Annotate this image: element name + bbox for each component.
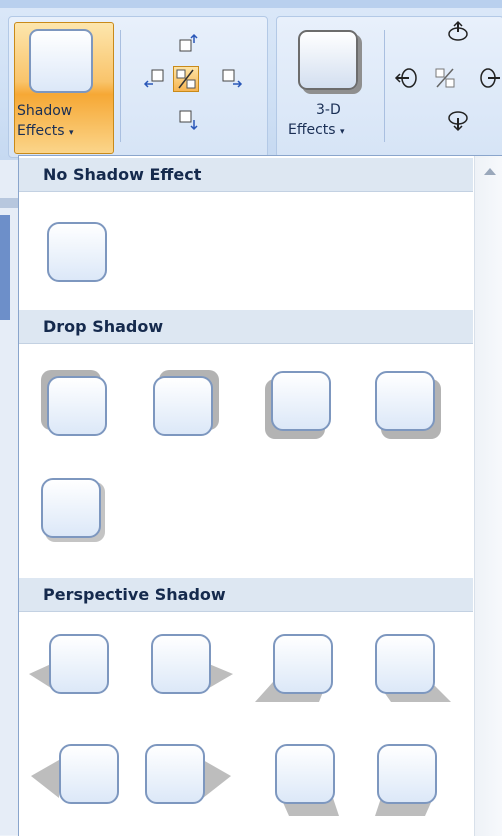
3d-on-off-button[interactable] [432,66,458,96]
shadow-preview-icon [41,478,101,538]
ribbon-top-strip [0,0,502,8]
tilt-right-icon [480,68,500,88]
shadow-effects-gallery: No Shadow Effect Drop Shadow Perspective… [18,155,502,836]
3d-effects-icon [298,30,358,90]
tilt-up-icon [448,20,468,41]
no-shadow-option[interactable] [37,212,117,292]
3d-toggle-icon [435,68,455,88]
shadow-preview-icon [47,376,107,436]
shadow-effects-label-line2: Effects ▾ [17,123,74,139]
document-edge-bar [0,198,18,208]
drop-shadow-option-1[interactable] [37,366,117,446]
shadow-effects-label-line1: Shadow [17,103,73,119]
scroll-up-arrow-icon[interactable] [484,168,496,175]
shadow-preview-icon [377,744,437,804]
tilt-up-button[interactable] [446,20,470,52]
perspective-shadow-option-8[interactable] [367,734,447,816]
shadow-preview-icon [153,376,213,436]
shadow-preview-icon [59,744,119,804]
tilt-down-button[interactable] [446,108,470,140]
shadow-preview-icon [275,744,335,804]
drop-shadow-option-4[interactable] [365,361,445,441]
nudge-left-icon [143,69,164,88]
nudge-shadow-up-button[interactable] [176,32,200,56]
drop-shadow-option-5[interactable] [31,468,111,548]
perspective-shadow-option-5[interactable] [31,734,129,814]
drop-shadow-option-3[interactable] [261,361,341,441]
perspective-shadow-option-7[interactable] [265,734,345,816]
nudge-down-icon [179,110,198,131]
3d-effects-label-line1: 3-D [316,102,341,118]
tilt-right-button[interactable] [478,66,502,96]
shadow-preview-icon [49,634,109,694]
shadow-preview-icon [47,222,107,282]
shadow-on-off-button[interactable] [173,66,199,92]
chevron-down-icon: ▾ [340,127,345,137]
document-edge-selection [0,215,10,320]
tilt-down-icon [448,111,468,132]
shadow-preview-icon [273,634,333,694]
nudge-shadow-left-button[interactable] [143,66,167,90]
shadow-effects-button[interactable]: Shadow Effects ▾ [14,22,114,154]
perspective-shadow-option-2[interactable] [141,624,233,704]
gallery-scrollbar[interactable] [474,156,502,836]
section-header-drop-shadow: Drop Shadow [19,310,473,344]
shadow-preview-icon [375,634,435,694]
nudge-shadow-right-button[interactable] [220,66,244,90]
shadow-preview-icon [271,371,331,431]
shadow-preview-icon [375,371,435,431]
drop-shadow-option-2[interactable] [143,366,223,446]
nudge-right-icon [222,69,243,88]
ribbon: Shadow Effects ▾ 3-D Effects ▾ [0,0,502,160]
tilt-left-button[interactable] [394,66,424,96]
perspective-shadow-option-4[interactable] [365,624,451,704]
shadow-preview-icon [151,634,211,694]
perspective-shadow-option-1[interactable] [29,624,119,704]
document-edge [0,160,18,835]
shadow-effects-icon [29,29,93,93]
ribbon-divider [120,30,121,142]
nudge-shadow-down-button[interactable] [176,108,200,132]
chevron-down-icon: ▾ [69,128,74,138]
3d-effects-button[interactable]: 3-D Effects ▾ [284,22,370,152]
perspective-shadow-option-6[interactable] [135,734,231,814]
tilt-left-icon [394,68,417,88]
shadow-preview-icon [145,744,205,804]
section-header-perspective-shadow: Perspective Shadow [19,578,473,612]
section-header-no-shadow: No Shadow Effect [19,158,473,192]
3d-effects-label-line2: Effects ▾ [288,122,345,138]
ribbon-divider [384,30,385,142]
nudge-up-icon [179,33,198,52]
perspective-shadow-option-3[interactable] [255,624,343,704]
shadow-toggle-icon [176,69,196,89]
